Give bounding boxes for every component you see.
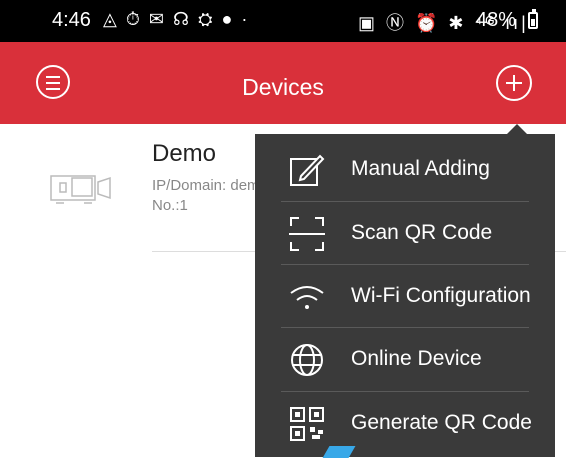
add-device-menu: Manual Adding Scan QR Code Wi-Fi Configu… bbox=[255, 134, 555, 457]
app-bar: Devices bbox=[0, 42, 566, 124]
menu-item-online-device[interactable]: Online Device bbox=[255, 328, 555, 391]
qr-code-icon bbox=[290, 407, 324, 441]
battery-percent: 48% bbox=[476, 9, 517, 31]
edit-icon bbox=[290, 154, 325, 186]
battery-icon bbox=[528, 9, 538, 29]
notification-icons: ◬ ⏱ ✉ ☊ ⛭ ● · bbox=[103, 9, 250, 29]
status-bar: 4:46 ◬ ⏱ ✉ ☊ ⛭ ● · ▣ Ⓝ ⏰ ✱ ⁴ᴳ ıı| 48% bbox=[0, 0, 566, 42]
status-time: 4:46 bbox=[52, 9, 91, 31]
menu-item-scan-qr[interactable]: Scan QR Code bbox=[255, 202, 555, 265]
menu-item-label: Scan QR Code bbox=[351, 221, 493, 244]
menu-item-wifi-config[interactable]: Wi-Fi Configuration bbox=[255, 265, 555, 328]
page-title: Devices bbox=[242, 74, 324, 100]
camera-icon bbox=[50, 175, 111, 204]
device-name: Demo bbox=[152, 140, 217, 167]
popup-arrow bbox=[507, 124, 527, 134]
globe-icon bbox=[291, 344, 323, 376]
menu-item-label: Online Device bbox=[351, 347, 482, 370]
wifi-icon bbox=[290, 286, 324, 309]
menu-item-generate-qr[interactable]: Generate QR Code bbox=[255, 392, 555, 455]
scan-icon bbox=[289, 217, 325, 251]
menu-item-manual-adding[interactable]: Manual Adding bbox=[255, 138, 555, 201]
menu-item-label: Generate QR Code bbox=[351, 411, 532, 434]
menu-item-label: Manual Adding bbox=[351, 157, 490, 180]
menu-item-label: Wi-Fi Configuration bbox=[351, 284, 531, 307]
add-device-button[interactable] bbox=[496, 65, 532, 101]
